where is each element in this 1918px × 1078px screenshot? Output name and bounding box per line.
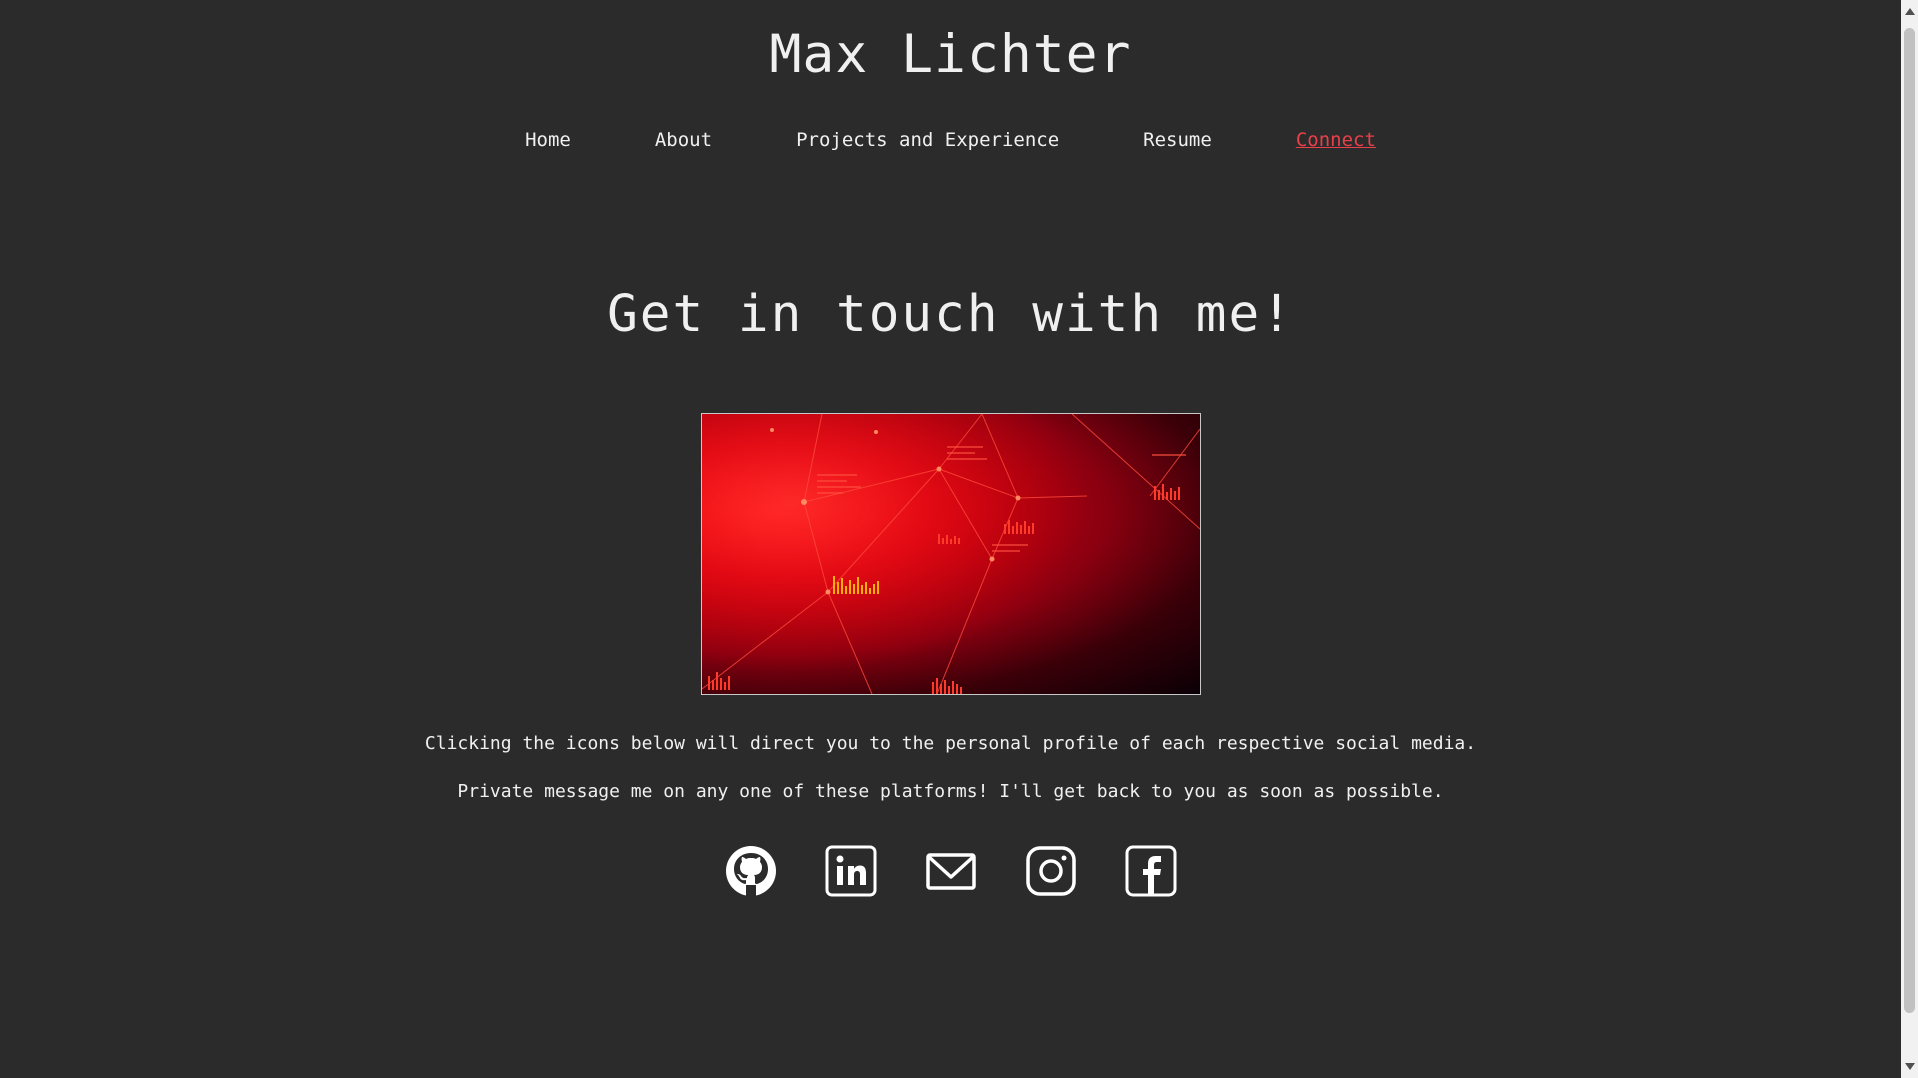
scroll-up-icon[interactable] bbox=[1905, 8, 1915, 15]
nav-home[interactable]: Home bbox=[525, 126, 571, 154]
email-link[interactable] bbox=[925, 845, 977, 897]
page: Max Lichter Home About Projects and Expe… bbox=[0, 0, 1901, 1078]
linkedin-link[interactable] bbox=[825, 845, 877, 897]
nav-projects[interactable]: Projects and Experience bbox=[796, 126, 1059, 154]
facebook-link[interactable] bbox=[1125, 845, 1177, 897]
github-link[interactable] bbox=[725, 845, 777, 897]
page-heading: Get in touch with me! bbox=[607, 285, 1294, 344]
intro-text: Clicking the icons below will direct you… bbox=[424, 733, 1477, 754]
message-text: Private message me on any one of these p… bbox=[457, 781, 1444, 802]
linkedin-icon bbox=[825, 845, 876, 897]
instagram-link[interactable] bbox=[1025, 845, 1077, 897]
github-icon bbox=[725, 846, 776, 897]
scroll-down-icon[interactable] bbox=[1905, 1063, 1915, 1070]
scrollbar[interactable] bbox=[1901, 0, 1918, 1078]
site-title: Max Lichter bbox=[769, 24, 1132, 85]
network-graphic bbox=[702, 414, 1200, 694]
social-links bbox=[0, 845, 1901, 897]
instagram-icon bbox=[1025, 846, 1076, 896]
nav-about[interactable]: About bbox=[655, 126, 712, 154]
email-icon bbox=[925, 853, 976, 890]
nav-resume[interactable]: Resume bbox=[1143, 126, 1212, 154]
hero-image bbox=[701, 413, 1201, 695]
scroll-thumb[interactable] bbox=[1904, 28, 1915, 1013]
main-nav: Home About Projects and Experience Resum… bbox=[0, 126, 1901, 154]
nav-connect[interactable]: Connect bbox=[1296, 126, 1376, 154]
facebook-icon bbox=[1125, 845, 1176, 897]
